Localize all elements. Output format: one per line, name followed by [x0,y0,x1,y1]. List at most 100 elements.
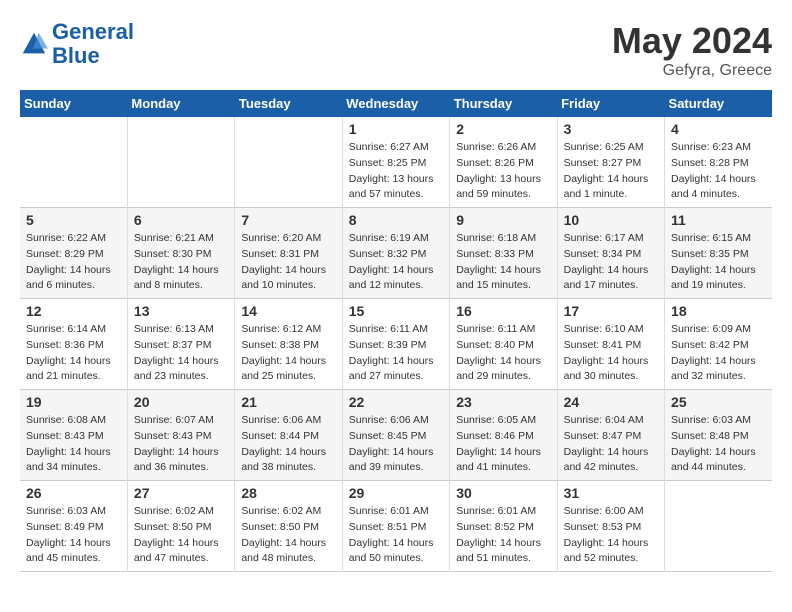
day-number: 27 [134,485,230,501]
day-number: 23 [456,394,552,410]
week-row-2: 5 Sunrise: 6:22 AM Sunset: 8:29 PM Daylig… [20,208,772,299]
calendar-table: SundayMondayTuesdayWednesdayThursdayFrid… [20,90,772,572]
day-number: 28 [241,485,337,501]
day-number: 25 [671,394,768,410]
calendar-cell: 10 Sunrise: 6:17 AM Sunset: 8:34 PM Dayli… [557,208,664,299]
day-info: Sunrise: 6:03 AM Sunset: 8:49 PM Dayligh… [26,504,123,567]
day-number: 11 [671,212,768,228]
calendar-cell: 20Sunrise: 6:07 AM Sunset: 8:43 PM Dayli… [127,390,234,481]
day-info: Sunrise: 6:08 AM Sunset: 8:43 PM Dayligh… [26,413,123,476]
calendar-cell: 9 Sunrise: 6:18 AM Sunset: 8:33 PM Daylig… [450,208,557,299]
calendar-cell [665,481,772,572]
logo-icon [20,30,48,58]
column-header-tuesday: Tuesday [235,90,342,117]
day-info: Sunrise: 6:11 AM Sunset: 8:39 PM Dayligh… [349,322,445,385]
day-info: Sunrise: 6:27 AM Sunset: 8:25 PM Dayligh… [349,140,445,203]
calendar-cell: 1 Sunrise: 6:27 AM Sunset: 8:25 PM Daylig… [342,117,449,208]
location-subtitle: Gefyra, Greece [612,62,772,80]
column-header-monday: Monday [127,90,234,117]
calendar-cell [235,117,342,208]
day-number: 4 [671,121,768,137]
day-info: Sunrise: 6:17 AM Sunset: 8:34 PM Dayligh… [564,231,660,294]
calendar-cell [20,117,127,208]
day-number: 26 [26,485,123,501]
day-info: Sunrise: 6:02 AM Sunset: 8:50 PM Dayligh… [134,504,230,567]
column-header-wednesday: Wednesday [342,90,449,117]
calendar-cell: 29 Sunrise: 6:01 AM Sunset: 8:51 PM Dayli… [342,481,449,572]
day-info: Sunrise: 6:25 AM Sunset: 8:27 PM Dayligh… [564,140,660,203]
day-info: Sunrise: 6:03 AM Sunset: 8:48 PM Dayligh… [671,413,768,476]
column-header-sunday: Sunday [20,90,127,117]
day-number: 19 [26,394,123,410]
day-info: Sunrise: 6:20 AM Sunset: 8:31 PM Dayligh… [241,231,337,294]
day-number: 2 [456,121,552,137]
calendar-cell: 27 Sunrise: 6:02 AM Sunset: 8:50 PM Dayli… [127,481,234,572]
calendar-cell: 24Sunrise: 6:04 AM Sunset: 8:47 PM Dayli… [557,390,664,481]
day-info: Sunrise: 6:12 AM Sunset: 8:38 PM Dayligh… [241,322,337,385]
day-number: 24 [564,394,660,410]
day-info: Sunrise: 6:05 AM Sunset: 8:46 PM Dayligh… [456,413,552,476]
calendar-cell: 15 Sunrise: 6:11 AM Sunset: 8:39 PM Dayli… [342,299,449,390]
day-number: 22 [349,394,445,410]
week-row-4: 19 Sunrise: 6:08 AM Sunset: 8:43 PM Dayli… [20,390,772,481]
calendar-cell: 2Sunrise: 6:26 AM Sunset: 8:26 PM Daylig… [450,117,557,208]
day-number: 30 [456,485,552,501]
month-year-title: May 2024 [612,20,772,62]
calendar-cell: 31Sunrise: 6:00 AM Sunset: 8:53 PM Dayli… [557,481,664,572]
logo: General Blue [20,20,134,68]
day-info: Sunrise: 6:14 AM Sunset: 8:36 PM Dayligh… [26,322,123,385]
calendar-cell: 12Sunrise: 6:14 AM Sunset: 8:36 PM Dayli… [20,299,127,390]
calendar-cell: 28 Sunrise: 6:02 AM Sunset: 8:50 PM Dayli… [235,481,342,572]
day-info: Sunrise: 6:01 AM Sunset: 8:52 PM Dayligh… [456,504,552,567]
day-info: Sunrise: 6:22 AM Sunset: 8:29 PM Dayligh… [26,231,123,294]
calendar-cell: 11Sunrise: 6:15 AM Sunset: 8:35 PM Dayli… [665,208,772,299]
calendar-cell: 5 Sunrise: 6:22 AM Sunset: 8:29 PM Daylig… [20,208,127,299]
calendar-cell: 21 Sunrise: 6:06 AM Sunset: 8:44 PM Dayli… [235,390,342,481]
title-block: May 2024 Gefyra, Greece [612,20,772,80]
calendar-cell: 16Sunrise: 6:11 AM Sunset: 8:40 PM Dayli… [450,299,557,390]
day-number: 7 [241,212,337,228]
column-header-thursday: Thursday [450,90,557,117]
column-header-saturday: Saturday [665,90,772,117]
day-number: 9 [456,212,552,228]
day-info: Sunrise: 6:06 AM Sunset: 8:44 PM Dayligh… [241,413,337,476]
week-row-5: 26 Sunrise: 6:03 AM Sunset: 8:49 PM Dayli… [20,481,772,572]
calendar-cell: 18 Sunrise: 6:09 AM Sunset: 8:42 PM Dayli… [665,299,772,390]
day-info: Sunrise: 6:00 AM Sunset: 8:53 PM Dayligh… [564,504,660,567]
day-info: Sunrise: 6:21 AM Sunset: 8:30 PM Dayligh… [134,231,230,294]
day-number: 29 [349,485,445,501]
day-number: 15 [349,303,445,319]
day-number: 1 [349,121,445,137]
day-info: Sunrise: 6:02 AM Sunset: 8:50 PM Dayligh… [241,504,337,567]
calendar-cell: 19 Sunrise: 6:08 AM Sunset: 8:43 PM Dayli… [20,390,127,481]
day-info: Sunrise: 6:10 AM Sunset: 8:41 PM Dayligh… [564,322,660,385]
calendar-cell: 7 Sunrise: 6:20 AM Sunset: 8:31 PM Daylig… [235,208,342,299]
day-number: 10 [564,212,660,228]
day-info: Sunrise: 6:23 AM Sunset: 8:28 PM Dayligh… [671,140,768,203]
day-number: 5 [26,212,123,228]
day-info: Sunrise: 6:11 AM Sunset: 8:40 PM Dayligh… [456,322,552,385]
calendar-cell: 4 Sunrise: 6:23 AM Sunset: 8:28 PM Daylig… [665,117,772,208]
day-number: 18 [671,303,768,319]
day-info: Sunrise: 6:13 AM Sunset: 8:37 PM Dayligh… [134,322,230,385]
calendar-cell: 22 Sunrise: 6:06 AM Sunset: 8:45 PM Dayli… [342,390,449,481]
calendar-cell: 3 Sunrise: 6:25 AM Sunset: 8:27 PM Daylig… [557,117,664,208]
day-number: 21 [241,394,337,410]
calendar-cell: 14 Sunrise: 6:12 AM Sunset: 8:38 PM Dayli… [235,299,342,390]
day-number: 14 [241,303,337,319]
day-info: Sunrise: 6:09 AM Sunset: 8:42 PM Dayligh… [671,322,768,385]
calendar-cell: 17 Sunrise: 6:10 AM Sunset: 8:41 PM Dayli… [557,299,664,390]
day-info: Sunrise: 6:06 AM Sunset: 8:45 PM Dayligh… [349,413,445,476]
calendar-cell: 6Sunrise: 6:21 AM Sunset: 8:30 PM Daylig… [127,208,234,299]
calendar-cell: 30 Sunrise: 6:01 AM Sunset: 8:52 PM Dayli… [450,481,557,572]
calendar-cell: 13 Sunrise: 6:13 AM Sunset: 8:37 PM Dayli… [127,299,234,390]
day-info: Sunrise: 6:19 AM Sunset: 8:32 PM Dayligh… [349,231,445,294]
day-info: Sunrise: 6:01 AM Sunset: 8:51 PM Dayligh… [349,504,445,567]
calendar-cell: 25 Sunrise: 6:03 AM Sunset: 8:48 PM Dayli… [665,390,772,481]
day-number: 13 [134,303,230,319]
day-info: Sunrise: 6:18 AM Sunset: 8:33 PM Dayligh… [456,231,552,294]
day-number: 3 [564,121,660,137]
calendar-cell: 26 Sunrise: 6:03 AM Sunset: 8:49 PM Dayli… [20,481,127,572]
week-row-1: 1 Sunrise: 6:27 AM Sunset: 8:25 PM Daylig… [20,117,772,208]
day-number: 17 [564,303,660,319]
